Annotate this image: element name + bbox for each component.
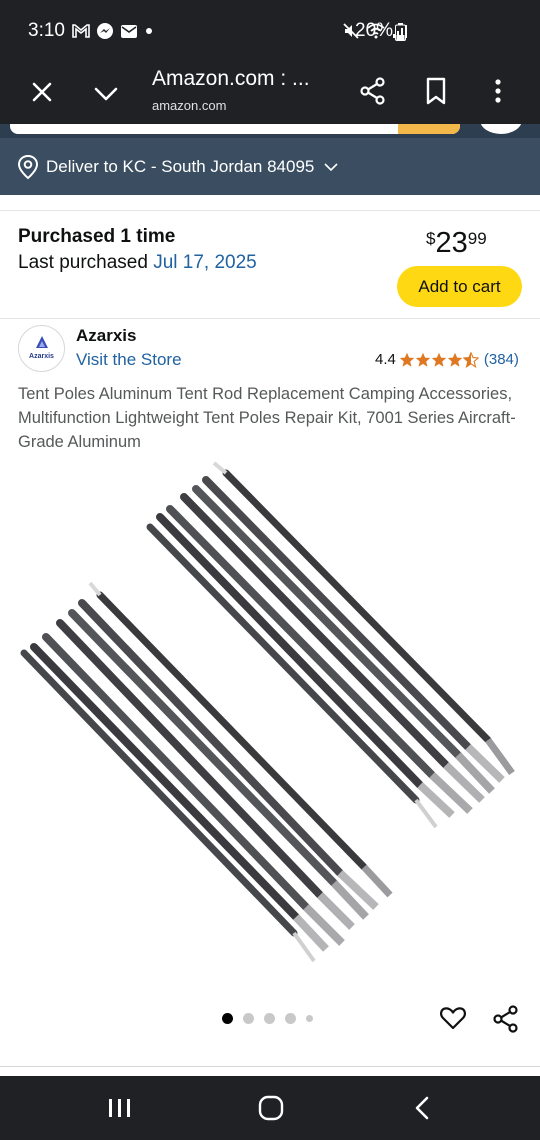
gmail-icon [72,24,90,38]
status-time: 3:10 [28,20,65,41]
status-bar: 3:10 20% [0,0,540,62]
notification-icons [72,22,154,40]
dot-icon [146,28,152,34]
search-input[interactable] [10,124,460,134]
home-icon[interactable] [257,1094,285,1122]
brand-logo[interactable]: Azarxis [18,325,65,372]
brand-name: Azarxis [76,326,137,345]
bookmark-icon[interactable] [422,76,450,106]
divider [0,210,540,211]
page-title[interactable]: Amazon.com : ... [152,67,310,91]
add-to-cart-button[interactable]: Add to cart [397,266,522,307]
star-rating [399,351,479,368]
heart-icon[interactable] [439,1004,467,1032]
chevron-down-icon[interactable] [92,80,120,108]
divider [0,318,540,319]
share-icon[interactable] [358,76,388,106]
pole-group-left [20,581,393,963]
battery-percent: 20% [355,20,394,41]
product-title: Tent Poles Aluminum Tent Rod Replacement… [18,385,516,451]
visit-store-link[interactable]: Visit the Store [76,350,182,370]
image-carousel-dots[interactable] [222,1013,313,1024]
page-url[interactable]: amazon.com [152,98,226,113]
star-half-icon [462,351,479,368]
purchase-count: Purchased 1 time [18,226,176,247]
deliver-location-bar[interactable]: Deliver to KC - South Jordan 84095 [0,138,540,195]
price: $2399 [426,227,487,260]
last-purchased: Last purchased Jul 17, 2025 [18,252,257,274]
recent-apps-icon[interactable] [106,1096,134,1120]
search-strip [0,124,540,138]
brand-logo-text: Azarxis [29,353,54,360]
price-whole: 23 [435,227,468,259]
carousel-dot[interactable] [222,1013,233,1024]
more-icon[interactable] [486,76,510,106]
price-symbol: $ [426,229,436,248]
carousel-dot[interactable] [306,1015,313,1022]
carousel-dot[interactable] [264,1013,275,1024]
star-icon [415,352,431,367]
system-nav-bar [0,1076,540,1140]
star-icon [431,352,447,367]
rating-value: 4.4 [375,351,396,368]
messenger-icon [97,23,113,39]
rating[interactable]: 4.4 (384) [375,351,519,368]
divider [0,1066,540,1067]
price-fraction: 99 [467,229,487,248]
browser-toolbar: Amazon.com : ... amazon.com [0,62,540,124]
battery-icon [395,23,406,41]
last-purchased-date[interactable]: Jul 17, 2025 [153,252,257,273]
star-icon [399,352,415,367]
chevron-down-icon [324,163,338,172]
location-pin-icon [17,154,39,180]
product-image[interactable] [0,455,540,985]
star-icon [447,352,463,367]
camera-search-button[interactable] [480,124,522,134]
share-icon[interactable] [491,1004,521,1034]
review-count: (384) [483,351,519,368]
mail-icon [121,24,137,38]
carousel-dot[interactable] [285,1013,296,1024]
brand-logo-mark [36,336,48,348]
back-icon[interactable] [411,1095,433,1121]
carousel-dot[interactable] [243,1013,254,1024]
search-button[interactable] [398,124,460,134]
last-purchased-label: Last purchased [18,252,148,273]
close-icon[interactable] [28,78,56,106]
deliver-location-text: Deliver to KC - South Jordan 84095 [46,157,315,176]
